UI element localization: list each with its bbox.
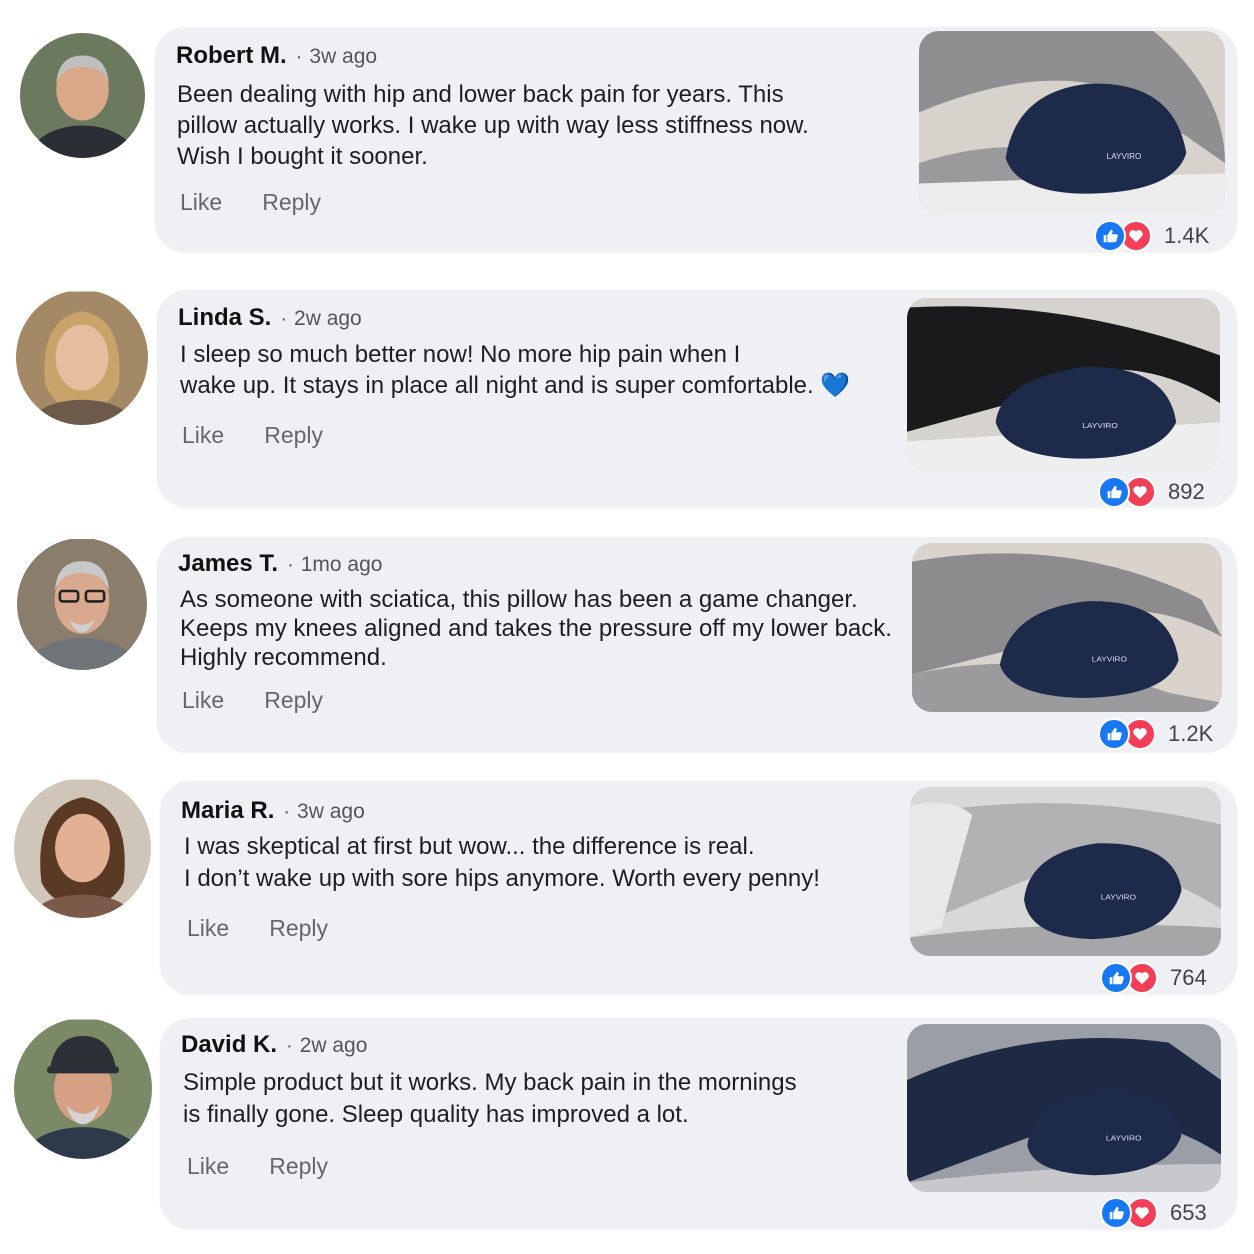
separator-dot: · [287,554,294,576]
product-photo[interactable]: LAYVIRO [907,298,1220,470]
comment-actions: Like Reply [182,422,323,449]
avatar-portrait-icon [20,33,145,158]
avatar-portrait-icon [14,1019,152,1159]
brand-logo-text: LAYVIRO [1101,893,1136,902]
avatar-portrait-icon [17,539,147,670]
reaction-count: 764 [1170,965,1207,990]
like-reaction-icon [1094,220,1126,252]
product-photo[interactable]: LAYVIRO [919,31,1225,214]
comment-actions: Like Reply [182,687,323,714]
reaction-summary[interactable]: 892 [1098,476,1205,508]
reaction-summary[interactable]: 653 [1100,1197,1207,1229]
comment-line: Highly recommend. [180,644,387,671]
author-name[interactable]: James T. [178,550,278,578]
reaction-summary[interactable]: 764 [1100,962,1207,994]
reaction-count: 1.2K [1168,721,1214,746]
product-photo[interactable]: LAYVIRO [910,787,1221,956]
comment-text: Been dealing with hip and lower back pai… [177,79,809,172]
reply-button[interactable]: Reply [262,189,321,216]
timestamp[interactable]: 2w ago [300,1034,368,1058]
author-name[interactable]: David K. [181,1031,277,1059]
like-reaction-icon [1100,1197,1132,1229]
reply-button[interactable]: Reply [269,915,328,942]
like-reaction-icon [1098,718,1130,750]
like-button[interactable]: Like [182,687,224,714]
like-reaction-icon [1100,962,1132,994]
like-reaction-icon [1098,476,1130,508]
author-name[interactable]: Linda S. [178,304,271,332]
author-name[interactable]: Maria R. [181,797,274,825]
pillow-photo-icon: LAYVIRO [912,543,1222,712]
avatar[interactable] [17,538,147,670]
reaction-count: 1.4K [1164,223,1210,248]
avatar[interactable] [14,778,151,918]
timestamp[interactable]: 2w ago [294,307,362,331]
product-photo[interactable]: LAYVIRO [912,543,1222,712]
brand-logo-text: LAYVIRO [1107,152,1142,161]
brand-logo-text: LAYVIRO [1082,421,1118,430]
comment-feed: Robert M. · 3w ago Been dealing with hip… [0,0,1254,1254]
product-photo[interactable]: LAYVIRO [907,1024,1221,1192]
avatar-portrait-icon [14,779,151,918]
pillow-photo-icon: LAYVIRO [907,298,1220,470]
avatar[interactable] [20,33,145,158]
comment-line: I don’t wake up with sore hips anymore. … [184,865,820,892]
like-button[interactable]: Like [180,189,222,216]
separator-dot: · [286,1035,293,1057]
comment-header: Robert M. · 3w ago [176,42,377,70]
comment-actions: Like Reply [187,915,328,942]
comment-line: is finally gone. Sleep quality has impro… [183,1101,689,1128]
reply-button[interactable]: Reply [264,422,323,449]
timestamp[interactable]: 3w ago [297,800,365,824]
author-name[interactable]: Robert M. [176,42,287,70]
like-button[interactable]: Like [187,1153,229,1180]
comment-line: I was skeptical at first but wow... the … [184,833,755,860]
reaction-summary[interactable]: 1.2K [1098,718,1213,750]
comment-line: Been dealing with hip and lower back pai… [177,81,784,108]
comment-header: James T. · 1mo ago [178,550,382,578]
like-button[interactable]: Like [182,422,224,449]
comment-line: wake up. It stays in place all night and… [180,372,851,399]
comment-line: I sleep so much better now! No more hip … [180,341,741,368]
comment-header: Linda S. · 2w ago [178,304,362,332]
comment-text: I was skeptical at first but wow... the … [184,831,820,895]
timestamp[interactable]: 1mo ago [301,553,383,577]
comment-line: Simple product but it works. My back pai… [183,1069,797,1096]
reaction-count: 653 [1170,1200,1207,1225]
reaction-summary[interactable]: 1.4K [1094,220,1209,252]
comment-text: I sleep so much better now! No more hip … [180,339,850,401]
like-button[interactable]: Like [187,915,229,942]
brand-logo-text: LAYVIRO [1092,655,1127,664]
timestamp[interactable]: 3w ago [309,45,377,69]
pillow-photo-icon: LAYVIRO [910,787,1221,956]
comment-header: David K. · 2w ago [181,1031,367,1059]
pillow-photo-icon: LAYVIRO [907,1024,1221,1192]
avatar[interactable] [14,1018,152,1159]
brand-logo-text: LAYVIRO [1106,1134,1142,1142]
avatar-portrait-icon [16,291,148,425]
comment-line: Keeps my knees aligned and takes the pre… [180,615,892,642]
reply-button[interactable]: Reply [269,1153,328,1180]
separator-dot: · [295,46,303,68]
avatar[interactable] [16,290,148,425]
reply-button[interactable]: Reply [264,687,323,714]
comment-actions: Like Reply [187,1153,328,1180]
comment-text: Simple product but it works. My back pai… [183,1067,797,1131]
separator-dot: · [283,801,291,823]
comment-header: Maria R. · 3w ago [181,797,365,825]
comment-actions: Like Reply [180,189,321,216]
pillow-photo-icon: LAYVIRO [919,31,1225,214]
comment-line: As someone with sciatica, this pillow ha… [180,586,858,613]
comment-line: pillow actually works. I wake up with wa… [177,112,809,139]
comment-text: As someone with sciatica, this pillow ha… [180,585,892,672]
reaction-count: 892 [1168,479,1205,504]
separator-dot: · [280,308,288,330]
comment-line: Wish I bought it sooner. [177,143,428,170]
